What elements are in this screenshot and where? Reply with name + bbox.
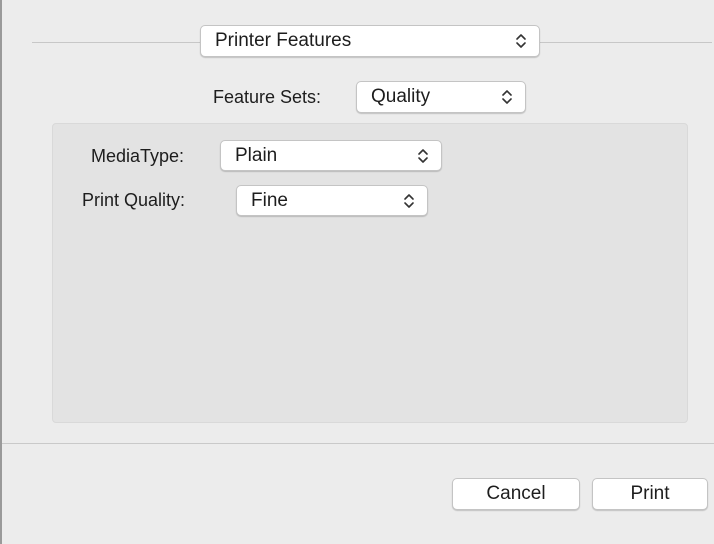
- up-down-chevron-icon: [404, 194, 414, 208]
- panel-selector-popup[interactable]: Printer Features: [200, 25, 540, 57]
- feature-sets-popup[interactable]: Quality: [356, 81, 526, 113]
- print-quality-popup[interactable]: Fine: [236, 185, 428, 216]
- panel-selector-value: Printer Features: [215, 30, 352, 51]
- feature-sets-value: Quality: [371, 86, 431, 107]
- media-type-label: MediaType:: [91, 146, 185, 166]
- print-button[interactable]: Print: [592, 478, 708, 510]
- cancel-button[interactable]: Cancel: [452, 478, 580, 510]
- up-down-chevron-icon: [516, 34, 526, 48]
- print-dialog: Printer Features Feature Sets: Quality M…: [0, 0, 714, 544]
- feature-sets-label: Feature Sets:: [213, 87, 322, 107]
- media-type-popup[interactable]: Plain: [220, 140, 442, 171]
- print-quality-value: Fine: [251, 190, 288, 211]
- up-down-chevron-icon: [418, 149, 428, 163]
- print-quality-label: Print Quality:: [82, 190, 186, 210]
- footer-divider: [2, 443, 714, 444]
- up-down-chevron-icon: [502, 90, 512, 104]
- media-type-value: Plain: [235, 145, 278, 166]
